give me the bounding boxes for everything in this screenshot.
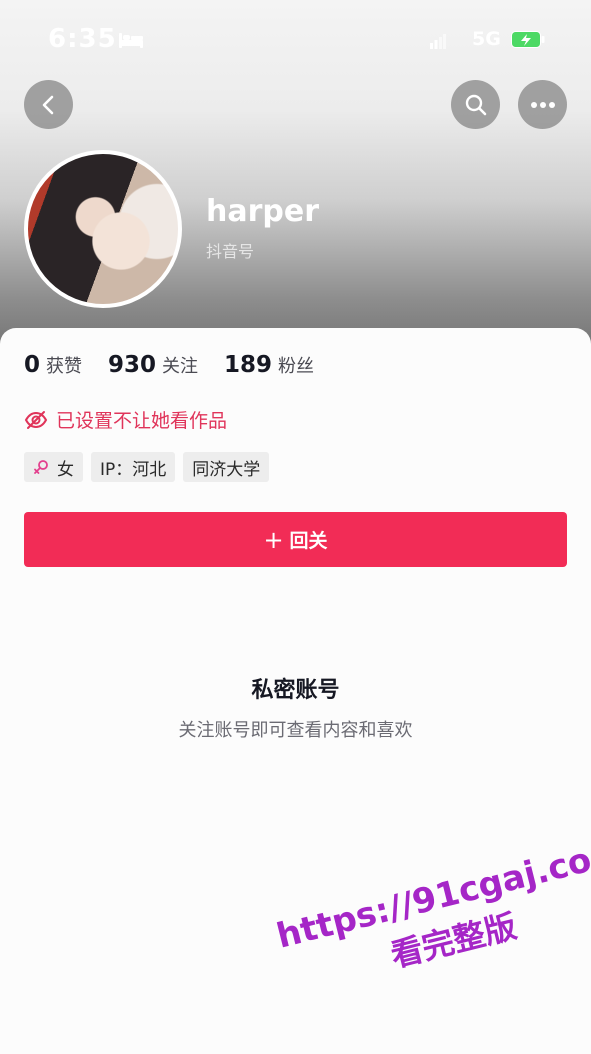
hide-works-text: 已设置不让她看作品 xyxy=(56,410,228,432)
ip-location-tag: IP：河北 xyxy=(91,452,176,482)
eye-off-icon xyxy=(24,410,48,429)
chevron-left-icon xyxy=(42,95,53,114)
battery-icon xyxy=(511,31,545,48)
private-account-title: 私密账号 xyxy=(251,678,340,703)
stat-value: 930 xyxy=(108,352,157,378)
more-icon xyxy=(530,101,555,108)
hide-works-notice[interactable]: 已设置不让她看作品 xyxy=(24,406,227,433)
private-account-subtitle: 关注账号即可查看内容和喜欢 xyxy=(178,720,413,741)
status-time: 6:35 xyxy=(48,24,117,54)
school-tag[interactable]: 同济大学 xyxy=(183,452,270,482)
plus-icon: + xyxy=(263,525,284,554)
stat-label: 粉丝 xyxy=(278,356,315,377)
status-bar: 6:35 5G xyxy=(0,0,591,80)
school-label: 同济大学 xyxy=(192,459,261,480)
profile-stats: 0 获赞 930 关注 189 粉丝 xyxy=(24,352,340,378)
female-icon xyxy=(34,460,48,474)
follow-back-label: 回关 xyxy=(289,530,328,552)
search-button[interactable] xyxy=(451,80,500,129)
gender-tag-label: 女 xyxy=(57,459,74,480)
username: harper xyxy=(206,194,320,229)
stat-value: 189 xyxy=(224,352,273,378)
stat-likes: 0 获赞 xyxy=(24,352,82,378)
signal-icon xyxy=(430,34,446,49)
stat-label: 获赞 xyxy=(46,356,83,377)
douyin-id-label: 抖音号 xyxy=(206,242,255,261)
search-icon xyxy=(465,94,486,115)
gender-tag: 女 xyxy=(24,452,83,482)
profile-tags: 女 IP：河北 同济大学 xyxy=(24,452,277,482)
back-button[interactable] xyxy=(24,80,73,129)
stat-value: 0 xyxy=(24,352,41,378)
stat-label: 关注 xyxy=(162,356,199,377)
bed-icon xyxy=(119,33,143,48)
follow-back-button[interactable]: + 回关 xyxy=(24,512,567,567)
avatar[interactable] xyxy=(24,150,182,308)
more-button[interactable] xyxy=(518,80,567,129)
network-type: 5G xyxy=(472,28,501,50)
stat-following[interactable]: 930 关注 xyxy=(108,352,198,378)
ip-location-label: IP：河北 xyxy=(100,459,167,480)
stat-followers[interactable]: 189 粉丝 xyxy=(224,352,314,378)
